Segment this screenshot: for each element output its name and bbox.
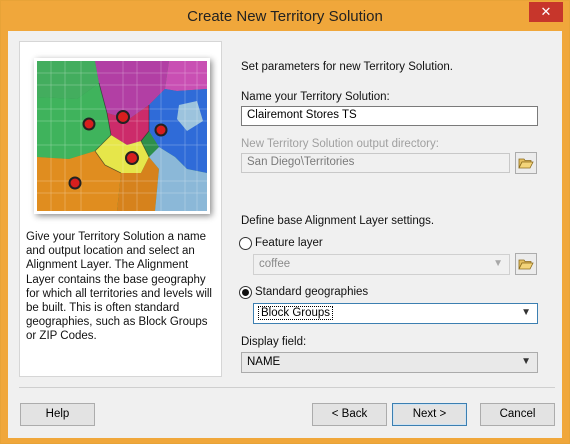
output-dir-label: New Territory Solution output directory: [241,138,439,150]
chevron-down-icon: ▼ [521,307,531,318]
form-intro: Set parameters for new Territory Solutio… [241,61,453,73]
close-icon: ✕ [540,4,552,19]
name-label: Name your Territory Solution: [241,91,390,103]
footer-divider [19,387,555,388]
output-dir-input[interactable]: San Diego\Territories [241,153,510,173]
next-button[interactable]: Next > [392,403,467,426]
close-button[interactable]: ✕ [529,2,563,22]
chevron-down-icon: ▼ [493,258,503,269]
title-bar[interactable]: Create New Territory Solution ✕ [1,1,569,31]
display-field-label: Display field: [241,336,307,348]
display-field-value: NAME [247,356,281,368]
solution-name-input[interactable]: Clairemont Stores TS [241,106,538,126]
feature-layer-label: Feature layer [255,237,323,249]
display-field-select[interactable]: NAME ▼ [241,352,538,373]
standard-geographies-label: Standard geographies [255,286,369,298]
dialog-window: Create New Territory Solution ✕ Give you… [0,0,570,444]
feature-layer-select[interactable]: coffee ▼ [253,254,510,275]
feature-layer-value: coffee [259,258,291,270]
chevron-down-icon: ▼ [521,356,531,367]
feature-layer-radio[interactable] [239,237,252,250]
folder-open-icon [518,259,534,270]
alignment-label: Define base Alignment Layer settings. [241,215,435,227]
info-panel: Give your Territory Solution a name and … [19,41,222,377]
territory-map-graphic [37,61,207,211]
standard-geographies-select[interactable]: Block Groups ▼ [253,303,538,324]
browse-feature-layer-button[interactable] [515,253,537,275]
back-button[interactable]: < Back [312,403,387,426]
territory-map-illustration [34,58,210,214]
browse-output-button[interactable] [515,152,537,174]
standard-geographies-radio[interactable] [239,286,252,299]
panel-description: Give your Territory Solution a name and … [26,231,212,343]
dialog-body: Give your Territory Solution a name and … [8,31,562,438]
help-button[interactable]: Help [20,403,95,426]
folder-open-icon [518,158,534,169]
cancel-button[interactable]: Cancel [480,403,555,426]
standard-geographies-value: Block Groups [257,306,334,320]
window-title: Create New Territory Solution [187,8,383,25]
